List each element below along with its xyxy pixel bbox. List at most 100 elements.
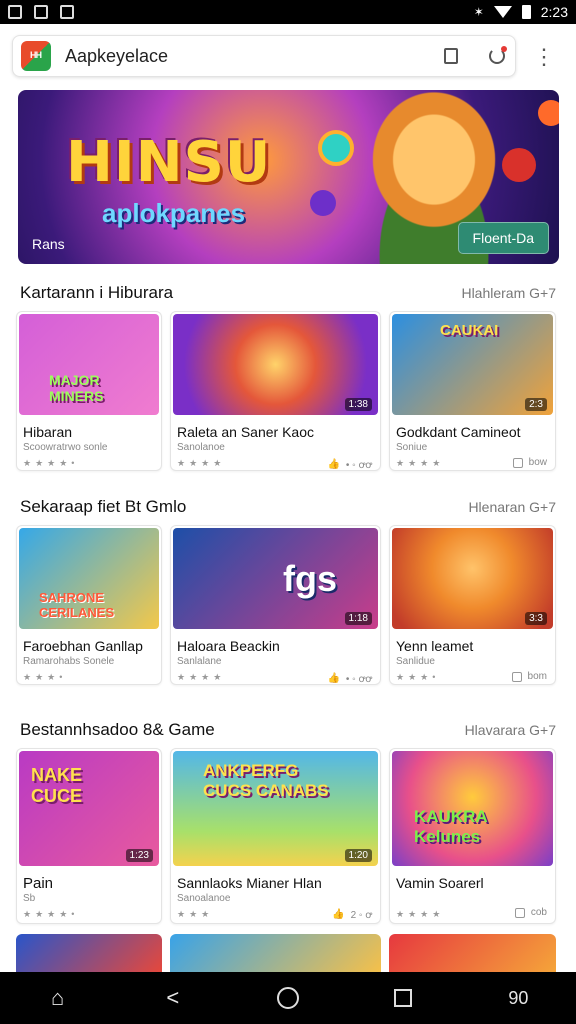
square-icon <box>394 989 413 1007</box>
game-card[interactable]: CAUKAI 2:3 Godkdant Camineot Soniue ★★★★… <box>389 311 556 471</box>
thumbnail-badge: 1:38 <box>344 398 372 411</box>
game-thumbnail: NAKE CUCE 1:23 <box>19 751 159 866</box>
game-thumbnail: 1:38 <box>173 314 378 415</box>
wifi-icon <box>493 6 512 18</box>
section-title: Kartarann i Hiburara <box>20 283 174 302</box>
game-thumbnail: MAJOR MINERS <box>19 314 159 415</box>
overflow-menu-button[interactable]: ⋮ <box>530 43 558 71</box>
app-logo[interactable]: ᴴᴴ <box>21 41 51 71</box>
game-card[interactable]: SAHRONE CERILANES Faroebhan Ganllap Rama… <box>16 525 162 685</box>
meta-text: • ◦ ꝍꝍ <box>345 460 372 471</box>
game-subtitle: Sb <box>23 893 36 904</box>
storage-icon <box>511 671 522 682</box>
more-vert-icon: ⋮ <box>533 44 555 69</box>
status-bar: ✶ 2:23 <box>0 0 576 24</box>
app-title: Aapkeyelace <box>65 45 169 66</box>
thumbnail-art-text: ANKPERFG CUCS CANABS <box>203 761 329 800</box>
overview-button[interactable] <box>274 984 302 1012</box>
nav-right-label: 90 <box>508 987 529 1008</box>
rating-stars: ★★★• <box>23 672 67 682</box>
app-bar: ᴴᴴ Aapkeyelace <box>12 35 516 77</box>
game-meta: 👍 • ◦ ꝍꝍ <box>327 457 372 471</box>
meta-text: cob <box>530 907 547 918</box>
game-card-preview[interactable] <box>170 934 381 972</box>
game-card[interactable]: fgs 1:18 Haloara Beackin Sanlalane ★★★★ … <box>170 525 381 685</box>
game-title: Sannlaoks Mianer Hlan <box>177 875 322 891</box>
game-title: Hibaran <box>23 424 73 440</box>
thumb-up-icon: 👍 <box>327 458 340 470</box>
section-2: Sekaraap fiet Bt Gmlo Hlenaran G+7 SAHRO… <box>0 497 576 701</box>
decoration-orb <box>538 100 559 126</box>
meta-text: bow <box>528 457 547 468</box>
game-title: Godkdant Camineot <box>396 424 521 440</box>
game-meta: cob <box>514 907 547 918</box>
section-more-link[interactable]: Hlenaran G+7 <box>468 499 556 515</box>
home-button[interactable]: ⌂ <box>44 984 72 1012</box>
game-meta: bow <box>512 457 547 468</box>
section-1: Kartarann i Hiburara Hlahleram G+7 MAJOR… <box>0 283 576 479</box>
storage-icon <box>512 457 523 468</box>
game-title: Raleta an Saner Kaoc <box>177 424 314 440</box>
game-card[interactable]: KAUKRA Kelunes Vamin Soarerl ★★★★ cob <box>389 748 556 924</box>
battery-icon <box>521 5 531 19</box>
game-thumbnail: SAHRONE CERILANES <box>19 528 159 629</box>
circle-icon <box>276 987 299 1009</box>
game-thumbnail: ANKPERFG CUCS CANABS 1:20 <box>173 751 378 866</box>
game-subtitle: Scoowratrwo sonle <box>23 442 108 453</box>
notification-icon <box>60 5 74 19</box>
recents-button[interactable] <box>389 984 417 1012</box>
game-card[interactable]: 1:38 Raleta an Saner Kaoc Sanolanoe ★★★★… <box>170 311 381 471</box>
thumbnail-badge: 1:23 <box>125 849 153 862</box>
section-3: Bestannhsadoo 8& Game Hlavarara G+7 NAKE… <box>0 720 576 930</box>
game-title: Haloara Beackin <box>177 638 280 654</box>
refresh-button[interactable] <box>487 46 507 66</box>
game-card-preview[interactable] <box>16 934 162 972</box>
game-meta: 👍 • ◦ ꝍꝍ <box>327 671 372 685</box>
rating-stars: ★★★★• <box>23 909 79 919</box>
notification-icons <box>8 5 74 19</box>
bookmark-icon <box>444 48 458 64</box>
thumbnail-art-text: MAJOR MINERS <box>49 372 104 404</box>
back-icon: < <box>166 985 180 1010</box>
game-card[interactable]: MAJOR MINERS Hibaran Scoowratrwo sonle ★… <box>16 311 162 471</box>
decoration-orb <box>310 190 336 216</box>
game-card[interactable]: 3:3 Yenn leamet Sanlidue ★★★• bom <box>389 525 556 685</box>
thumb-up-icon: 👍 <box>327 672 340 684</box>
game-thumbnail: KAUKRA Kelunes <box>392 751 553 866</box>
hero-banner[interactable]: HINSU aplokpanes Rans Floent-Da <box>18 90 559 264</box>
nfc-icon: ✶ <box>473 5 484 19</box>
back-button[interactable]: < <box>159 984 187 1012</box>
nav-right-button[interactable]: 90 <box>504 984 532 1012</box>
thumbnail-badge: 2:3 <box>525 398 547 411</box>
section-more-link[interactable]: Hlahleram G+7 <box>461 285 556 301</box>
meta-text: • ◦ ꝍꝍ <box>345 674 372 685</box>
thumbnail-badge: 1:20 <box>344 849 372 862</box>
meta-text: bom <box>527 671 547 682</box>
game-thumbnail: 3:3 <box>392 528 553 629</box>
game-thumbnail: fgs 1:18 <box>173 528 378 629</box>
hero-headline: HINSU <box>66 130 272 195</box>
notification-icon <box>8 5 22 19</box>
game-subtitle: Soniue <box>396 442 428 453</box>
rating-stars: ★★★ <box>177 909 214 919</box>
game-subtitle: Sanolanoe <box>177 442 225 453</box>
next-row-preview <box>16 934 556 972</box>
rating-stars: ★★★• <box>396 672 440 682</box>
game-card[interactable]: NAKE CUCE 1:23 Pain Sb ★★★★• <box>16 748 162 924</box>
hero-action-button[interactable]: Floent-Da <box>457 222 549 254</box>
bookmark-button[interactable] <box>441 46 461 66</box>
thumbnail-art-text: SAHRONE CERILANES <box>39 590 115 620</box>
thumbnail-art-text: CAUKAI <box>440 322 499 339</box>
section-more-link[interactable]: Hlavarara G+7 <box>465 722 556 738</box>
hero-corner-label: Rans <box>32 236 65 252</box>
thumbnail-badge: 1:18 <box>344 612 372 625</box>
refresh-icon <box>489 46 507 64</box>
game-title: Yenn leamet <box>396 638 474 654</box>
game-meta: 👍 2 ◦ ꝍ <box>332 907 372 922</box>
game-thumbnail: CAUKAI 2:3 <box>392 314 553 415</box>
game-title: Pain <box>23 875 54 892</box>
rating-stars: ★★★★ <box>396 909 445 919</box>
game-card[interactable]: ANKPERFG CUCS CANABS 1:20 Sannlaoks Mian… <box>170 748 381 924</box>
game-card-preview[interactable] <box>389 934 556 972</box>
game-title: Vamin Soarerl <box>396 875 484 891</box>
